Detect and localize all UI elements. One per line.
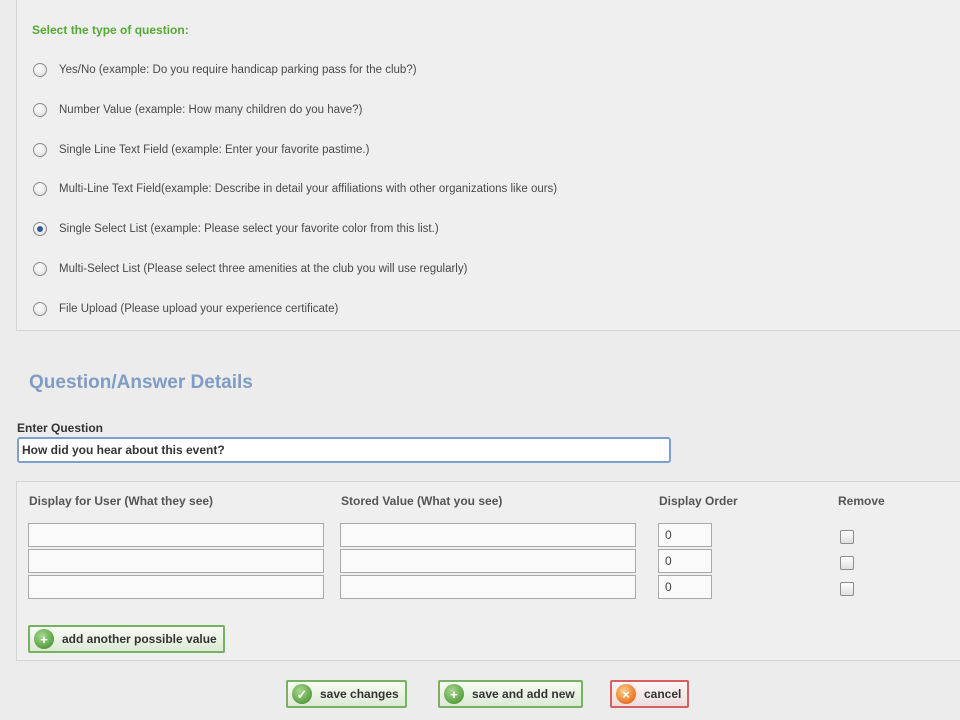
radio-multi-select-list[interactable] — [33, 262, 47, 276]
option-single-line-text-label: Single Line Text Field (example: Enter y… — [59, 144, 370, 156]
cancel-label: cancel — [644, 687, 682, 701]
stored-value-input[interactable] — [340, 549, 636, 573]
save-and-add-new-button[interactable]: + save and add new — [438, 680, 583, 708]
plus-icon: + — [34, 629, 54, 649]
stored-value-input[interactable] — [340, 523, 636, 547]
option-number-value-label: Number Value (example: How many children… — [59, 104, 363, 116]
option-multi-select-list-label: Multi-Select List (Please select three a… — [59, 263, 468, 275]
option-multi-line-text[interactable]: Multi-Line Text Field(example: Describe … — [33, 179, 557, 199]
radio-yes-no[interactable] — [33, 63, 47, 77]
display-value-input[interactable] — [28, 523, 324, 547]
remove-checkbox[interactable] — [840, 582, 854, 596]
option-single-line-text[interactable]: Single Line Text Field (example: Enter y… — [33, 140, 369, 160]
option-single-select-list[interactable]: Single Select List (example: Please sele… — [33, 219, 439, 239]
question-input[interactable] — [17, 437, 671, 463]
question-type-label: Select the type of question: — [32, 23, 189, 37]
option-multi-line-text-label: Multi-Line Text Field(example: Describe … — [59, 183, 558, 195]
stored-value-input[interactable] — [340, 575, 636, 599]
display-order-input[interactable] — [658, 523, 712, 547]
question-label: Enter Question — [17, 421, 104, 435]
display-order-input[interactable] — [658, 575, 712, 599]
display-order-input[interactable] — [658, 549, 712, 573]
display-value-input[interactable] — [28, 549, 324, 573]
save-changes-button[interactable]: ✓ save changes — [286, 680, 407, 708]
radio-number-value[interactable] — [33, 103, 47, 117]
remove-checkbox[interactable] — [840, 556, 854, 570]
radio-file-upload[interactable] — [33, 302, 47, 316]
option-file-upload-label: File Upload (Please upload your experien… — [59, 303, 339, 315]
option-file-upload[interactable]: File Upload (Please upload your experien… — [33, 299, 338, 319]
remove-checkbox[interactable] — [840, 530, 854, 544]
radio-multi-line-text[interactable] — [33, 182, 47, 196]
save-and-add-new-label: save and add new — [472, 687, 575, 701]
save-add-icon: + — [444, 684, 464, 704]
add-value-label: add another possible value — [62, 632, 217, 646]
remove-column-header: Remove — [838, 494, 885, 508]
save-icon: ✓ — [292, 684, 312, 704]
option-multi-select-list[interactable]: Multi-Select List (Please select three a… — [33, 259, 467, 279]
details-heading: Question/Answer Details — [29, 372, 253, 393]
add-value-button[interactable]: + add another possible value — [28, 625, 225, 653]
stored-column-header: Stored Value (What you see) — [341, 494, 503, 508]
display-column-header: Display for User (What they see) — [29, 494, 214, 508]
option-yes-no-label: Yes/No (example: Do you require handicap… — [59, 64, 417, 76]
question-type-panel — [16, 0, 960, 331]
save-changes-label: save changes — [320, 687, 399, 701]
display-value-input[interactable] — [28, 575, 324, 599]
radio-single-line-text[interactable] — [33, 143, 47, 157]
order-column-header: Display Order — [659, 494, 738, 508]
option-number-value[interactable]: Number Value (example: How many children… — [33, 100, 362, 120]
option-yes-no[interactable]: Yes/No (example: Do you require handicap… — [33, 60, 417, 80]
cancel-button[interactable]: × cancel — [610, 680, 690, 708]
option-single-select-list-label: Single Select List (example: Please sele… — [59, 223, 439, 235]
radio-single-select-list[interactable] — [33, 222, 47, 236]
cancel-icon: × — [616, 684, 636, 704]
